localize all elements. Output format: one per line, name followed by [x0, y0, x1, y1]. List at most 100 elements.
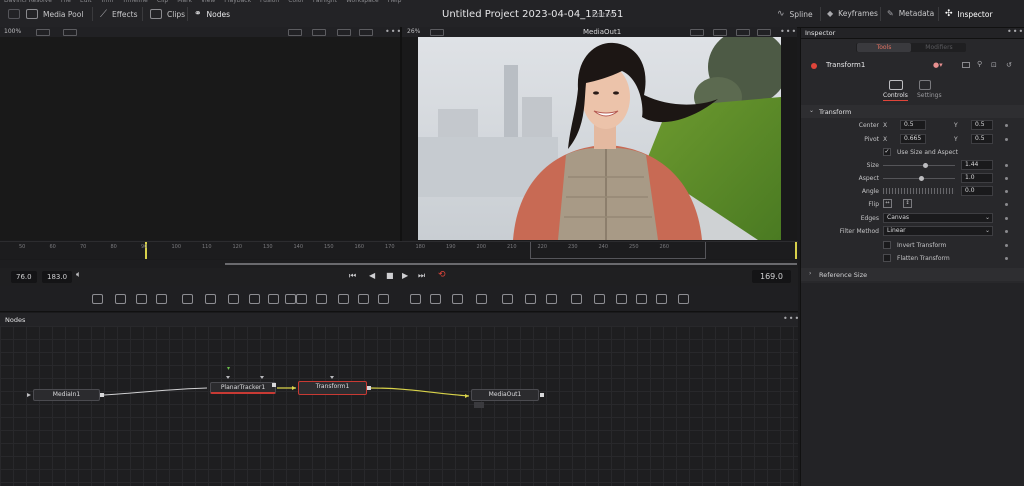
go-to-end-icon[interactable]: ⏭ — [418, 271, 425, 281]
right-fit-icon[interactable] — [430, 29, 444, 36]
menu-item-view[interactable]: View — [201, 0, 215, 5]
effects-button[interactable]: ⟋ Effects — [100, 9, 138, 20]
rectangle-mask-tool-icon[interactable] — [249, 294, 260, 304]
play-reverse-icon[interactable]: ◀ — [369, 271, 375, 280]
node-mediain1[interactable]: MediaIn1 — [33, 389, 100, 401]
text-3d-tool-icon[interactable] — [546, 294, 557, 304]
node-editor[interactable]: MediaIn1 PlanarTracker1 Transform1 Media… — [0, 326, 798, 486]
right-zoom-select[interactable]: 26% — [407, 28, 420, 35]
right-viewer-options-icon[interactable]: ••• — [780, 27, 797, 36]
bspline-mask-tool-icon[interactable] — [205, 294, 216, 304]
scrub-range[interactable] — [225, 263, 797, 265]
lock-icon[interactable]: ⊡ — [991, 61, 997, 69]
flip-horizontal-icon[interactable]: ↔ — [883, 199, 892, 208]
current-time-field[interactable]: 169.0 — [752, 270, 791, 283]
left-view-mode-icon[interactable] — [36, 29, 50, 36]
merge-3d-tool-icon[interactable] — [316, 294, 327, 304]
metadata-button[interactable]: ✎ Metadata — [887, 9, 934, 18]
filter-method-keyframe-icon[interactable] — [1005, 230, 1008, 233]
pivot-y-field[interactable]: 0.5 — [971, 134, 993, 144]
menu-item-timeline[interactable]: Timeline — [122, 0, 148, 5]
aspect-keyframe-icon[interactable] — [1005, 177, 1008, 180]
fast-noise-tool-icon[interactable] — [115, 294, 126, 304]
color-corrector-tool-icon[interactable] — [338, 294, 349, 304]
background-tool-icon[interactable] — [92, 294, 103, 304]
flip-vertical-icon[interactable]: ↕ — [903, 199, 912, 208]
go-to-start-icon[interactable]: ⏮ — [349, 271, 356, 281]
left-viewer[interactable] — [0, 37, 400, 240]
angle-thumbwheel[interactable] — [883, 188, 955, 194]
tab-settings[interactable]: Settings — [917, 92, 942, 99]
menu-item-fusion[interactable]: Fusion — [260, 0, 279, 5]
pivot-x-field[interactable]: 0.665 — [900, 134, 926, 144]
loop-icon[interactable]: ⟲ — [438, 270, 446, 280]
paint-tool-icon[interactable] — [156, 294, 167, 304]
planar-tracker-tool-icon[interactable] — [502, 294, 513, 304]
mediain1-output-port[interactable] — [100, 393, 104, 397]
right-overlay-icon[interactable] — [690, 29, 704, 36]
tab-controls[interactable]: Controls — [883, 92, 908, 101]
transform-tool-icon[interactable] — [430, 294, 441, 304]
fog-tool-icon[interactable] — [678, 294, 689, 304]
left-roi-icon[interactable] — [312, 29, 326, 36]
camera-3d-tool-icon[interactable] — [571, 294, 582, 304]
panel-toggle-icon[interactable] — [8, 9, 20, 19]
blur-tool-icon[interactable] — [378, 294, 389, 304]
play-icon[interactable]: ▶ — [402, 271, 408, 280]
center-x-field[interactable]: 0.5 — [900, 120, 926, 130]
use-size-aspect-checkbox[interactable]: ✓ — [883, 148, 891, 156]
angle-keyframe-icon[interactable] — [1005, 190, 1008, 193]
global-start-field[interactable]: 76.0 — [11, 271, 37, 283]
left-zoom-select[interactable]: 100% — [4, 28, 21, 35]
menu-item-davinci-resolve[interactable]: DaVinci Resolve — [4, 0, 52, 5]
time-ruler[interactable]: 50 60 70 80 90 100 110 120 130 140 150 160 170 180 190… — [0, 241, 798, 259]
center-y-field[interactable]: 0.5 — [971, 120, 993, 130]
renderer-3d-tool-icon[interactable] — [616, 294, 627, 304]
flatten-transform-keyframe-icon[interactable] — [1005, 257, 1008, 260]
size-keyframe-icon[interactable] — [1005, 164, 1008, 167]
shape-3d-tool-icon[interactable] — [525, 294, 536, 304]
menu-item-clip[interactable]: Clip — [157, 0, 168, 5]
menu-item-color[interactable]: Color — [288, 0, 304, 5]
menu-item-trim[interactable]: Trim — [101, 0, 114, 5]
size-field[interactable]: 1.44 — [961, 160, 993, 170]
menu-item-help[interactable]: Help — [388, 0, 402, 5]
aspect-slider[interactable] — [883, 176, 955, 181]
aspect-slider-knob[interactable] — [919, 176, 924, 181]
right-roi-icon[interactable] — [713, 29, 727, 36]
center-keyframe-icon[interactable] — [1005, 124, 1008, 127]
keyframes-button[interactable]: ◆ Keyframes — [827, 9, 878, 18]
audio-icon[interactable]: 🔈︎ — [76, 270, 81, 280]
merge-tool-icon[interactable] — [296, 294, 307, 304]
node-mediaout1[interactable]: MediaOut1 — [471, 389, 539, 401]
tab-modifiers[interactable]: Modifiers — [912, 43, 966, 52]
pivot-keyframe-icon[interactable] — [1005, 138, 1008, 141]
corner-position-tool-icon[interactable] — [452, 294, 463, 304]
node-color-icon[interactable]: ●▾ — [933, 61, 943, 69]
pin-icon[interactable]: ⚲ — [977, 60, 982, 68]
image-plane-tool-icon[interactable] — [636, 294, 647, 304]
transform1-output-port[interactable] — [367, 386, 371, 390]
tab-tools[interactable]: Tools — [857, 43, 911, 52]
angle-field[interactable]: 0.0 — [961, 186, 993, 196]
global-end-field[interactable]: 183.0 — [42, 271, 73, 283]
inspector-options-icon[interactable]: ••• — [1007, 27, 1024, 36]
left-grid-icon[interactable] — [337, 29, 351, 36]
node-enable-icon[interactable] — [811, 63, 817, 69]
menu-item-file[interactable]: File — [61, 0, 71, 5]
size-slider[interactable] — [883, 163, 955, 168]
light-tool-icon[interactable] — [594, 294, 605, 304]
menu-item-workspace[interactable]: Workspace — [346, 0, 379, 5]
stop-icon[interactable]: ■ — [386, 271, 394, 280]
node-version-icon[interactable] — [962, 62, 970, 68]
menu-item-edit[interactable]: Edit — [80, 0, 92, 5]
reset-icon[interactable]: ↺ — [1006, 61, 1012, 69]
menu-item-fairlight[interactable]: Fairlight — [313, 0, 337, 5]
node-planartracker1[interactable]: PlanarTracker1 — [210, 382, 276, 394]
particle-render-tool-icon[interactable] — [285, 294, 296, 304]
render-end-marker[interactable] — [795, 242, 797, 259]
reference-size-section-header[interactable]: › Reference Size — [801, 268, 1024, 281]
resize-tool-icon[interactable] — [410, 294, 421, 304]
invert-transform-keyframe-icon[interactable] — [1005, 244, 1008, 247]
transform-section-header[interactable]: ⌄ Transform — [801, 105, 1024, 118]
